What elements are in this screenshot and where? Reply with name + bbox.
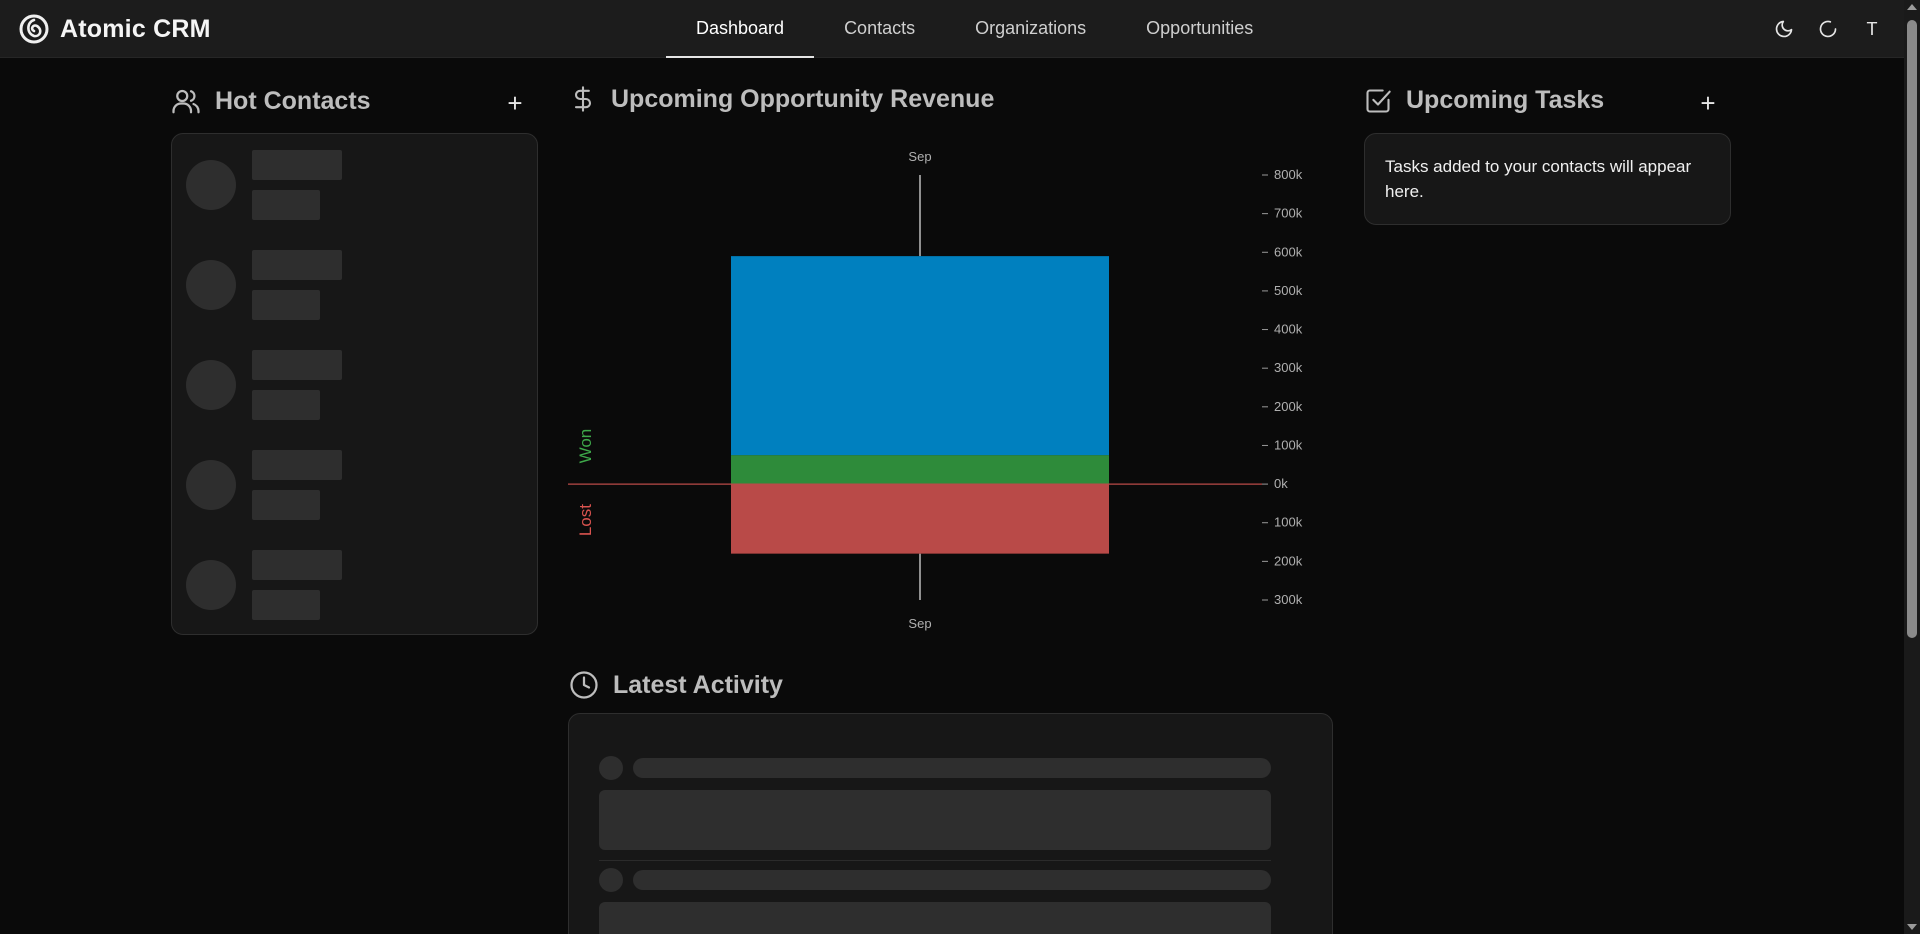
y-tick-label: 800k [1274,167,1303,182]
contact-skeleton [186,350,516,424]
activity-block-skeleton [599,790,1271,850]
y-tick-label: 100k [1274,437,1303,452]
tasks-empty-message: Tasks added to your contacts will appear… [1385,157,1692,201]
y-tick-label: 700k [1274,206,1303,221]
activity-title: Latest Activity [613,670,783,699]
revenue-chart-svg: 800k 700k 600k 500k 400k 300k 200k 100k 0k 100k 20… [568,149,1303,631]
revenue-chart: 800k 700k 600k 500k 400k 300k 200k 100k 0k 100k 20… [568,140,1328,640]
y-tick-label: 600k [1274,244,1303,259]
text-skeleton [252,450,342,480]
hot-contacts-title: Hot Contacts [215,86,371,115]
text-skeleton [252,550,342,580]
plus-icon: + [1700,88,1716,118]
text-skeleton [252,250,342,280]
won-label: Won [576,429,595,464]
add-contact-button[interactable]: + [503,88,527,118]
revenue-heading: Upcoming Opportunity Revenue [569,84,994,114]
hot-contacts-heading: Hot Contacts [171,86,371,116]
tasks-heading: Upcoming Tasks [1364,86,1604,115]
text-skeleton [252,150,342,180]
text-skeleton [252,350,342,380]
y-tick-label: 200k [1274,399,1303,414]
activity-card [568,713,1333,934]
avatar-skeleton [186,560,236,610]
category-label-top: Sep [908,149,931,164]
text-skeleton [252,390,320,420]
activity-line-skeleton [633,758,1271,778]
y-tick-label: 0k [1274,476,1288,491]
text-skeleton [252,590,320,620]
activity-line-skeleton [633,870,1271,890]
tab-organizations[interactable]: Organizations [945,0,1116,58]
app-name: Atomic CRM [60,14,211,43]
avatar-skeleton [186,460,236,510]
y-tick-label: 300k [1274,592,1303,607]
header-actions: T [1770,0,1904,58]
avatar-skeleton [186,160,236,210]
revenue-title: Upcoming Opportunity Revenue [611,84,995,113]
y-tick-label: 500k [1274,283,1303,298]
category-label-bottom: Sep [908,616,931,631]
y-tick-label: 400k [1274,322,1303,337]
avatar-skeleton [186,360,236,410]
contact-skeleton [186,550,516,624]
top-navbar: Atomic CRM Dashboard Contacts Organizati… [0,0,1904,58]
user-menu-button[interactable]: T [1858,19,1886,40]
contact-skeleton [186,450,516,524]
y-tick-label: 100k [1274,515,1303,530]
dollar-icon [574,86,592,112]
users-icon [172,89,200,114]
scroll-down-arrow[interactable] [1907,924,1917,930]
activity-avatar-skeleton [599,756,623,780]
tasks-title: Upcoming Tasks [1406,86,1605,114]
refresh-icon [1819,20,1837,38]
contact-skeleton [186,250,516,324]
refresh-button[interactable] [1814,15,1842,43]
activity-separator [599,860,1271,861]
contact-skeleton [186,150,516,224]
text-skeleton [252,290,320,320]
tasks-card: Tasks added to your contacts will appear… [1364,133,1731,225]
atomic-logo-icon [19,14,49,44]
scroll-up-arrow[interactable] [1907,4,1917,10]
text-skeleton [252,490,320,520]
bar-won [731,455,1109,485]
moon-icon [1775,20,1793,38]
text-skeleton [252,190,320,220]
y-tick-label: 200k [1274,553,1303,568]
tab-contacts[interactable]: Contacts [814,0,945,58]
lost-label: Lost [576,504,595,536]
clock-icon [570,671,598,699]
theme-toggle-button[interactable] [1770,15,1798,43]
tab-dashboard[interactable]: Dashboard [666,0,815,58]
activity-block-skeleton [599,902,1271,934]
bar-pipeline [731,256,1109,456]
avatar-skeleton [186,260,236,310]
main-nav: Dashboard Contacts Organizations Opportu… [666,0,1283,58]
page-scrollbar[interactable] [1904,0,1920,934]
plus-icon: + [507,88,523,118]
activity-heading: Latest Activity [569,670,783,700]
add-task-button[interactable]: + [1696,88,1720,118]
activity-avatar-skeleton [599,868,623,892]
hot-contacts-card [171,133,538,635]
checkbox-icon [1366,88,1391,113]
bar-lost [731,484,1109,554]
y-tick-label: 300k [1274,360,1303,375]
scroll-thumb[interactable] [1907,20,1917,638]
brand[interactable]: Atomic CRM [18,13,211,45]
tab-opportunities[interactable]: Opportunities [1116,0,1283,58]
